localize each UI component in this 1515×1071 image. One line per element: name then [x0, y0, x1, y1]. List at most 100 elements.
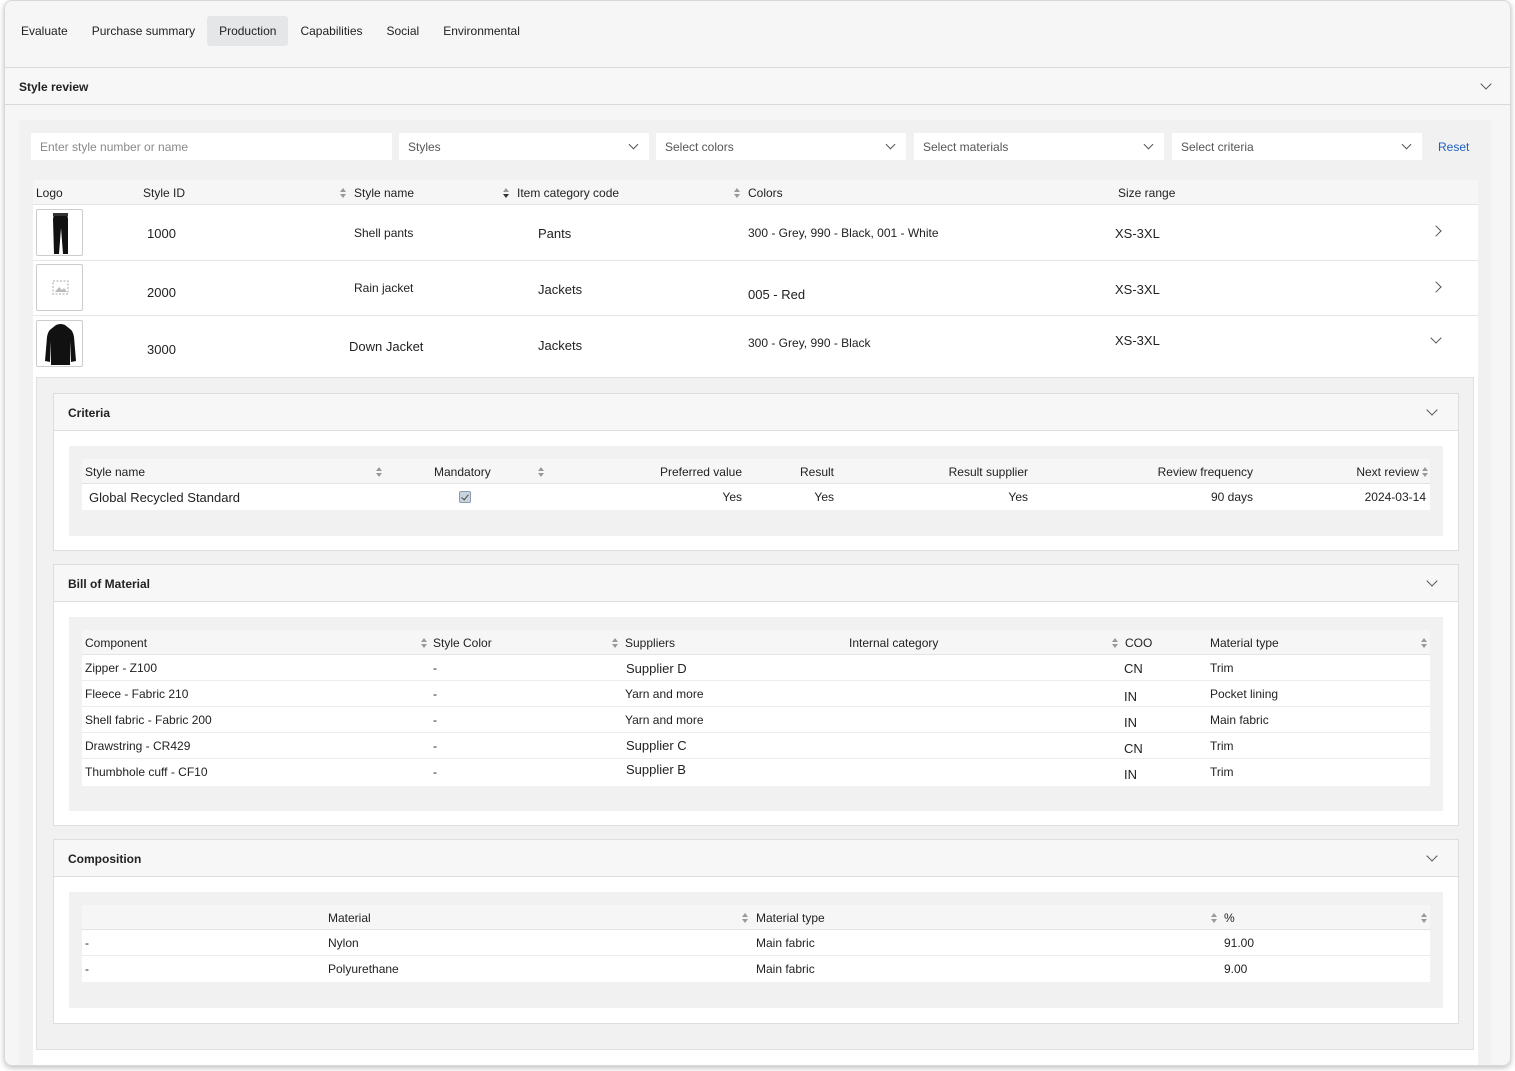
- composition-table: Material Material type % - Nylon Main fa…: [82, 905, 1430, 982]
- styles-table: Logo Style ID Style name Item category c…: [33, 180, 1478, 1065]
- header-result: Result: [799, 465, 834, 479]
- image-placeholder-icon: [36, 264, 83, 311]
- app-window: Evaluate Purchase summary Production Cap…: [4, 0, 1511, 1066]
- table-row[interactable]: 3000 Down Jacket Jackets 300 - Grey, 990…: [33, 316, 1478, 372]
- down-jacket-image: [36, 320, 83, 367]
- style-name: Down Jacket: [349, 339, 424, 354]
- materials-select-label: Select materials: [923, 140, 1009, 154]
- sort-icon[interactable]: [1422, 467, 1428, 477]
- chevron-down-icon: [628, 139, 639, 150]
- result: Yes: [814, 490, 834, 504]
- sort-icon[interactable]: [1421, 638, 1427, 648]
- sort-icon[interactable]: [734, 188, 740, 198]
- component: Zipper - Z100: [85, 661, 158, 675]
- row-dash: -: [85, 936, 89, 950]
- header-percent[interactable]: %: [1224, 911, 1235, 925]
- header-material[interactable]: Material: [328, 911, 371, 925]
- colors: 005 - Red: [748, 287, 806, 302]
- style-review-content: Enter style number or name Styles Select…: [19, 120, 1491, 1065]
- chevron-down-icon[interactable]: [1426, 850, 1438, 862]
- style-review-header[interactable]: Style review: [5, 67, 1510, 105]
- mandatory-checkbox[interactable]: [459, 491, 471, 503]
- table-row: Fleece - Fabric 210 - Yarn and more IN P…: [82, 681, 1430, 707]
- sort-icon[interactable]: [376, 467, 382, 477]
- chevron-down-icon[interactable]: [1426, 404, 1438, 416]
- coo: CN: [1124, 741, 1143, 756]
- header-next-review[interactable]: Next review: [1356, 465, 1419, 479]
- material-type: Trim: [1210, 661, 1234, 675]
- next-review: 2024-03-14: [1364, 490, 1426, 504]
- reset-button[interactable]: Reset: [1438, 140, 1469, 154]
- panel-title: Bill of Material: [68, 577, 151, 591]
- chevron-right-icon[interactable]: [1430, 225, 1442, 237]
- header-style-name[interactable]: Style name: [85, 465, 145, 479]
- search-input[interactable]: Enter style number or name: [31, 133, 392, 160]
- sort-icon[interactable]: [340, 188, 346, 198]
- tab-environmental[interactable]: Environmental: [431, 16, 532, 46]
- table-row: Zipper - Z100 - Supplier D CN Trim: [82, 655, 1430, 681]
- criteria-select[interactable]: Select criteria: [1172, 133, 1422, 160]
- tab-production[interactable]: Production: [207, 16, 289, 46]
- table-header: Logo Style ID Style name Item category c…: [33, 180, 1478, 205]
- tab-purchase-summary[interactable]: Purchase summary: [80, 16, 207, 46]
- material-type: Pocket lining: [1210, 687, 1279, 701]
- header-material-type[interactable]: Material type: [1210, 636, 1279, 650]
- table-row: Shell fabric - Fabric 200 - Yarn and mor…: [82, 707, 1430, 733]
- header-component[interactable]: Component: [85, 636, 147, 650]
- criteria-style-name: Global Recycled Standard: [89, 490, 241, 505]
- size-range: XS-3XL: [1115, 282, 1160, 297]
- header-item-category[interactable]: Item category code: [517, 186, 619, 200]
- material-type: Trim: [1210, 765, 1234, 779]
- component: Thumbhole cuff - CF10: [85, 765, 208, 779]
- style-id: 1000: [147, 226, 176, 241]
- sort-icon[interactable]: [421, 638, 427, 648]
- sort-icon[interactable]: [1112, 638, 1118, 648]
- style-color: -: [433, 661, 437, 675]
- header-internal-category[interactable]: Internal category: [849, 636, 938, 650]
- pants-image: [36, 209, 83, 256]
- header-mandatory[interactable]: Mandatory: [434, 465, 491, 479]
- supplier: Supplier D: [626, 661, 687, 676]
- header-style-color[interactable]: Style Color: [433, 636, 492, 650]
- sort-icon[interactable]: [1211, 913, 1217, 923]
- materials-select[interactable]: Select materials: [914, 133, 1164, 160]
- bom-header[interactable]: Bill of Material: [54, 565, 1458, 602]
- size-range: XS-3XL: [1115, 333, 1160, 348]
- table-row[interactable]: 2000 Rain jacket Jackets 005 - Red XS-3X…: [33, 261, 1478, 316]
- preferred-value: Yes: [722, 490, 742, 504]
- percent: 91.00: [1224, 936, 1255, 950]
- header-preferred-value: Preferred value: [659, 465, 742, 479]
- sort-icon[interactable]: [742, 913, 748, 923]
- chevron-right-icon[interactable]: [1430, 281, 1442, 293]
- style-id: 2000: [147, 285, 176, 300]
- tab-evaluate[interactable]: Evaluate: [9, 16, 80, 46]
- criteria-panel: Criteria Style name Mandatory Preferred …: [53, 393, 1459, 551]
- header-colors[interactable]: Colors: [748, 186, 783, 200]
- tab-capabilities[interactable]: Capabilities: [288, 16, 374, 46]
- header-style-name[interactable]: Style name: [354, 186, 414, 200]
- chevron-down-icon[interactable]: [1430, 332, 1442, 344]
- header-logo: Logo: [36, 186, 63, 200]
- composition-panel: Composition Material Material type % - N…: [53, 839, 1459, 1024]
- style-color: -: [433, 765, 437, 779]
- chevron-down-icon[interactable]: [1480, 78, 1492, 90]
- table-row[interactable]: 1000 Shell pants Pants 300 - Grey, 990 -…: [33, 205, 1478, 261]
- header-coo: COO: [1125, 636, 1153, 650]
- material: Nylon: [328, 936, 359, 950]
- sort-desc-icon[interactable]: [503, 188, 509, 198]
- coo: IN: [1124, 715, 1137, 730]
- colors-select[interactable]: Select colors: [656, 133, 906, 160]
- tab-social[interactable]: Social: [375, 16, 432, 46]
- composition-header[interactable]: Composition: [54, 840, 1458, 877]
- style-id: 3000: [147, 342, 176, 357]
- component: Shell fabric - Fabric 200: [85, 713, 212, 727]
- styles-select[interactable]: Styles: [399, 133, 649, 160]
- component: Drawstring - CR429: [85, 739, 191, 753]
- chevron-down-icon[interactable]: [1426, 575, 1438, 587]
- sort-icon[interactable]: [538, 467, 544, 477]
- sort-icon[interactable]: [1421, 913, 1427, 923]
- sort-icon[interactable]: [612, 638, 618, 648]
- header-material-type[interactable]: Material type: [756, 911, 825, 925]
- criteria-header[interactable]: Criteria: [54, 394, 1458, 431]
- header-style-id[interactable]: Style ID: [143, 186, 185, 200]
